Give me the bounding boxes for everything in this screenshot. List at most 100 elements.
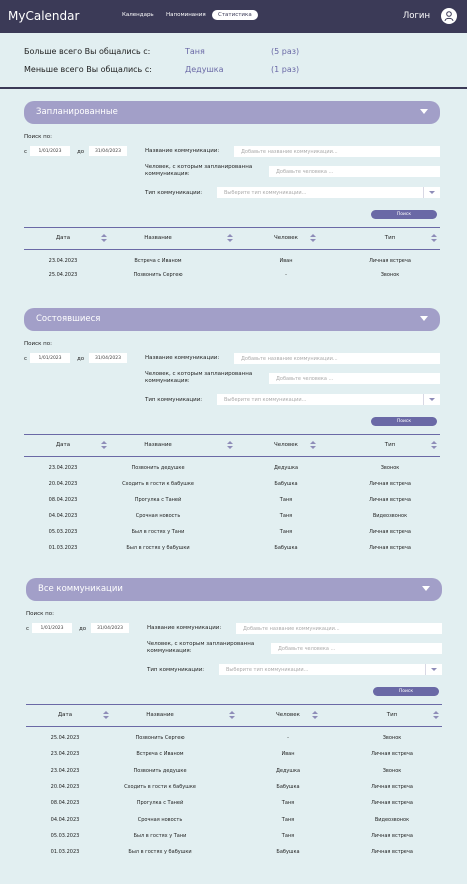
- chevron-down-icon[interactable]: [429, 191, 435, 194]
- user-icon: [444, 10, 454, 21]
- section-header[interactable]: Состоявшиеся: [24, 308, 440, 331]
- table-row[interactable]: 20.04.2023 Сходить в гости к бабушке Бабуш…: [0, 481, 467, 493]
- avatar[interactable]: [441, 8, 457, 24]
- table-cell: Бабушка: [274, 481, 298, 487]
- name-filter-input[interactable]: Добавьте название коммуникации...: [234, 146, 440, 157]
- chevron-down-icon[interactable]: [429, 398, 435, 401]
- chevron-down-icon[interactable]: [420, 109, 428, 114]
- table-cell: Звонок: [382, 767, 402, 774]
- table-cell: Звонок: [380, 272, 400, 278]
- search-button[interactable]: Поиск: [373, 687, 439, 696]
- table-cell: Позвонить Сергею: [135, 735, 185, 741]
- least-contacted-label: Меньше всего Вы общались с:: [24, 65, 152, 74]
- date-from-label: с: [24, 356, 28, 362]
- sort-icon[interactable]: [229, 711, 235, 720]
- table-row[interactable]: 08.04.2023 Прогулка с Таней Таня Личная вст…: [0, 800, 467, 812]
- app-logo[interactable]: MyCalendar: [8, 9, 79, 23]
- date-from-input[interactable]: 1/01/2023: [30, 353, 70, 363]
- sort-icon[interactable]: [431, 234, 437, 243]
- column-header[interactable]: Тип: [365, 442, 415, 448]
- column-header[interactable]: Название: [133, 442, 183, 448]
- search-button[interactable]: Поиск: [371, 417, 437, 426]
- date-to-input[interactable]: 31/04/2023: [89, 146, 127, 156]
- table-cell: Иван: [281, 751, 295, 758]
- nav-calendar[interactable]: Календарь: [122, 12, 154, 18]
- table-row[interactable]: 25.04.2023 Позвонить Сергею - Звонок: [0, 272, 467, 284]
- nav-reminders[interactable]: Напоминания: [166, 12, 206, 18]
- type-filter-select[interactable]: Выберите тип коммуникации...: [217, 187, 440, 198]
- header-divider: [0, 87, 467, 89]
- person-filter-input[interactable]: Добавьте человека ...: [271, 643, 442, 654]
- date-from-input[interactable]: 1/01/2023: [32, 623, 72, 633]
- sort-icon[interactable]: [310, 234, 316, 243]
- table-cell: 23.04.2023: [50, 751, 80, 758]
- type-filter-placeholder: Выберите тип коммуникации...: [224, 189, 307, 196]
- table-row[interactable]: 23.04.2023 Встреча с Иваном Иван Личная вст…: [0, 258, 467, 270]
- search-button[interactable]: Поиск: [371, 210, 437, 219]
- table-cell: Личная встреча: [371, 832, 413, 839]
- table-cell: Личная встреча: [371, 849, 413, 856]
- person-filter-label: Человек, с которым запланированна коммун…: [145, 371, 253, 384]
- table-row[interactable]: 25.04.2023 Позвонить Сергею - Звонок: [0, 735, 467, 747]
- table-cell: Личная встреча: [369, 545, 411, 551]
- section-header[interactable]: Все коммуникации: [26, 578, 442, 601]
- sort-icon[interactable]: [431, 441, 437, 450]
- sort-icon[interactable]: [103, 711, 109, 720]
- table-cell: Позвонить дедушке: [131, 465, 185, 471]
- person-filter-input[interactable]: Добавьте человека ...: [269, 166, 440, 177]
- table-top-border: [26, 704, 442, 705]
- column-header[interactable]: Название: [133, 235, 183, 241]
- column-header[interactable]: Название: [135, 712, 185, 718]
- table-cell: 08.04.2023: [48, 497, 78, 503]
- sort-icon[interactable]: [227, 441, 233, 450]
- search-by-label: Поиск по:: [26, 611, 54, 617]
- sort-icon[interactable]: [101, 234, 107, 243]
- table-cell: 08.04.2023: [50, 800, 80, 807]
- table-cell: 05.03.2023: [48, 529, 78, 535]
- person-filter-input[interactable]: Добавьте человека ...: [269, 373, 440, 384]
- date-to-input[interactable]: 31/04/2023: [91, 623, 129, 633]
- sort-icon[interactable]: [433, 711, 439, 720]
- select-divider: [423, 187, 424, 198]
- table-cell: Видеозвонок: [374, 816, 410, 823]
- table-row[interactable]: 23.04.2023 Позвонить дедушке Дедушка Звонок: [0, 465, 467, 477]
- column-header[interactable]: Человек: [261, 235, 311, 241]
- type-filter-select[interactable]: Выберите тип коммуникации...: [219, 664, 442, 675]
- chevron-down-icon[interactable]: [422, 586, 430, 591]
- chevron-down-icon[interactable]: [431, 668, 437, 671]
- table-row[interactable]: 23.04.2023 Встреча с Иваном Иван Личная вст…: [0, 751, 467, 763]
- column-header[interactable]: Человек: [263, 712, 313, 718]
- column-header[interactable]: Дата: [40, 712, 90, 718]
- table-row[interactable]: 23.04.2023 Позвонить дедушке Дедушка Звонок: [0, 768, 467, 780]
- date-to-input[interactable]: 31/04/2023: [89, 353, 127, 363]
- column-header[interactable]: Дата: [38, 442, 88, 448]
- type-filter-select[interactable]: Выберите тип коммуникации...: [217, 394, 440, 405]
- date-from-input[interactable]: 1/01/2023: [30, 146, 70, 156]
- table-row[interactable]: 05.03.2023 Был в гостях у Тани Таня Личная …: [0, 529, 467, 541]
- section-title: Состоявшиеся: [36, 314, 101, 324]
- table-row[interactable]: 04.04.2023 Срочная новость Таня Видеозвонок: [0, 513, 467, 525]
- column-header[interactable]: Тип: [365, 235, 415, 241]
- sort-icon[interactable]: [227, 234, 233, 243]
- person-filter-label: Человек, с которым запланированна коммун…: [147, 641, 255, 654]
- sort-icon[interactable]: [101, 441, 107, 450]
- chevron-down-icon[interactable]: [420, 316, 428, 321]
- nav-statistics[interactable]: Статистика: [212, 10, 258, 20]
- table-row[interactable]: 04.04.2023 Срочная новость Таня Видеозвонок: [0, 817, 467, 829]
- login-link[interactable]: Логин: [403, 11, 430, 21]
- table-row[interactable]: 08.04.2023 Прогулка с Таней Таня Личная вст…: [0, 497, 467, 509]
- table-row[interactable]: 05.03.2023 Был в гостях у Тани Таня Личная …: [0, 833, 467, 845]
- column-header[interactable]: Дата: [38, 235, 88, 241]
- sort-icon[interactable]: [312, 711, 318, 720]
- table-cell: 04.04.2023: [48, 513, 78, 519]
- table-cell: 20.04.2023: [48, 481, 78, 487]
- table-row[interactable]: 20.04.2023 Сходить в гости к бабушке Бабуш…: [0, 784, 467, 796]
- column-header[interactable]: Тип: [367, 712, 417, 718]
- table-row[interactable]: 01.03.2023 Был в гостях у бабушки Бабушка Л…: [0, 545, 467, 557]
- section-header[interactable]: Запланированные: [24, 101, 440, 124]
- name-filter-input[interactable]: Добавьте название коммуникации...: [236, 623, 442, 634]
- sort-icon[interactable]: [310, 441, 316, 450]
- name-filter-input[interactable]: Добавьте название коммуникации...: [234, 353, 440, 364]
- column-header[interactable]: Человек: [261, 442, 311, 448]
- table-row[interactable]: 01.03.2023 Был в гостях у бабушки Бабушка Л…: [0, 849, 467, 861]
